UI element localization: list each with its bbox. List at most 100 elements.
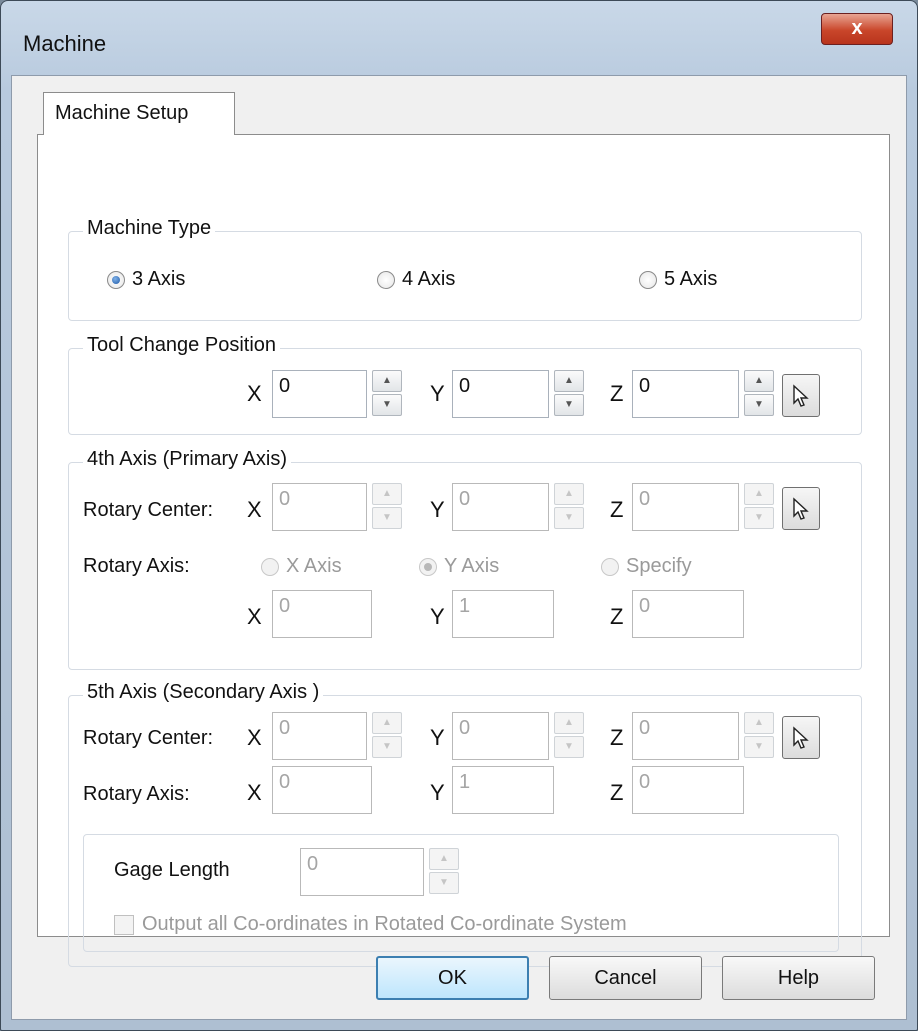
tab-label: Machine Setup [55, 102, 189, 124]
spin-down-icon[interactable]: ▼ [744, 507, 774, 529]
radio-4-axis[interactable]: 4 Axis [377, 268, 455, 291]
axis4-rotary-center-label: Rotary Center: [83, 499, 214, 521]
axis5-vector-z-field[interactable]: 0 [632, 766, 744, 814]
spin-down-icon[interactable]: ▼ [372, 394, 402, 416]
tool-change-pick-button[interactable] [782, 374, 820, 417]
axis4-vector-y-label: Y [430, 604, 445, 629]
checkbox-label: Output all Co-ordinates in Rotated Co-or… [142, 913, 627, 935]
spin-up-icon[interactable]: ▲ [744, 712, 774, 734]
axis4-center-x-label: X [247, 497, 262, 522]
spin-down-icon[interactable]: ▼ [744, 394, 774, 416]
radio-axis4-specify[interactable]: Specify [601, 555, 692, 578]
spin-down-icon[interactable]: ▼ [429, 872, 459, 894]
spin-up-icon[interactable]: ▲ [554, 483, 584, 505]
window-title: Machine [23, 31, 107, 56]
axis4-center-y-field[interactable]: 0 [452, 483, 549, 531]
tool-change-x-spinner[interactable]: ▲ ▼ [372, 370, 402, 418]
axis5-center-x-spinner[interactable]: ▲ ▼ [372, 712, 402, 760]
axis5-group: 5th Axis (Secondary Axis ) Rotary Center… [68, 681, 862, 967]
tool-change-z-spinner[interactable]: ▲ ▼ [744, 370, 774, 418]
axis4-center-z-spinner[interactable]: ▲ ▼ [744, 483, 774, 531]
radio-indicator [601, 557, 619, 576]
spin-down-icon[interactable]: ▼ [554, 394, 584, 416]
axis5-vector-y-field[interactable]: 1 [452, 766, 554, 814]
radio-3-axis[interactable]: 3 Axis [107, 268, 185, 291]
spin-up-icon[interactable]: ▲ [554, 370, 584, 392]
axis5-center-x-label: X [247, 725, 262, 750]
spin-down-icon[interactable]: ▼ [744, 736, 774, 758]
tool-change-x-label: X [247, 381, 262, 406]
radio-label: X Axis [286, 555, 342, 577]
axis5-center-z-spinner[interactable]: ▲ ▼ [744, 712, 774, 760]
spin-up-icon[interactable]: ▲ [372, 712, 402, 734]
radio-axis4-y-axis[interactable]: Y Axis [419, 555, 499, 578]
axis5-center-y-spinner[interactable]: ▲ ▼ [554, 712, 584, 760]
cursor-arrow-icon [793, 383, 809, 407]
axis5-vector-x-label: X [247, 780, 262, 805]
tool-change-group: Tool Change Position X 0 ▲ ▼ Y 0 ▲ ▼ Z 0 ▲… [68, 334, 862, 435]
axis5-center-x-field[interactable]: 0 [272, 712, 367, 760]
radio-axis4-x-axis[interactable]: X Axis [261, 555, 342, 578]
axis4-center-y-spinner[interactable]: ▲ ▼ [554, 483, 584, 531]
tool-change-y-field[interactable]: 0 [452, 370, 549, 418]
radio-5-axis[interactable]: 5 Axis [639, 268, 717, 291]
tab-machine-setup[interactable]: Machine Setup [43, 92, 235, 135]
axis4-pick-button[interactable] [782, 487, 820, 530]
axis5-vector-z-label: Z [610, 780, 624, 805]
axis4-vector-y-field[interactable]: 1 [452, 590, 554, 638]
radio-label: Specify [626, 555, 692, 577]
axis4-vector-x-field[interactable]: 0 [272, 590, 372, 638]
tool-change-z-field[interactable]: 0 [632, 370, 739, 418]
axis4-center-y-label: Y [430, 497, 445, 522]
output-rotated-checkbox[interactable]: Output all Co-ordinates in Rotated Co-or… [114, 913, 627, 936]
tool-change-y-label: Y [430, 381, 445, 406]
machine-type-group: Machine Type 3 Axis 4 Axis 5 Axis [68, 217, 862, 321]
axis5-center-y-field[interactable]: 0 [452, 712, 549, 760]
ok-button[interactable]: OK [376, 956, 529, 1000]
spin-up-icon[interactable]: ▲ [372, 370, 402, 392]
spin-down-icon[interactable]: ▼ [554, 507, 584, 529]
axis5-center-y-label: Y [430, 725, 445, 750]
radio-label: 4 Axis [402, 268, 456, 290]
spin-down-icon[interactable]: ▼ [372, 507, 402, 529]
tool-change-x-field[interactable]: 0 [272, 370, 367, 418]
spin-up-icon[interactable]: ▲ [554, 712, 584, 734]
cursor-arrow-icon [793, 725, 809, 749]
axis5-center-z-label: Z [610, 725, 624, 750]
spin-up-icon[interactable]: ▲ [744, 370, 774, 392]
cancel-button[interactable]: Cancel [549, 956, 702, 1000]
axis5-vector-y-label: Y [430, 780, 445, 805]
checkbox-box [114, 914, 134, 935]
axis5-title: 5th Axis (Secondary Axis ) [83, 681, 324, 704]
machine-setup-panel: Machine Type 3 Axis 4 Axis 5 Axis Tool C… [37, 134, 890, 967]
help-button[interactable]: Help [722, 956, 875, 1000]
spin-down-icon[interactable]: ▼ [554, 736, 584, 758]
radio-indicator [419, 557, 437, 576]
axis4-center-z-label: Z [610, 497, 624, 522]
spin-down-icon[interactable]: ▼ [372, 736, 402, 758]
axis4-center-x-field[interactable]: 0 [272, 483, 367, 531]
axis4-center-z-field[interactable]: 0 [632, 483, 739, 531]
gage-length-field[interactable]: 0 [300, 848, 424, 896]
radio-label: 3 Axis [132, 268, 186, 290]
axis5-pick-button[interactable] [782, 716, 820, 759]
title-bar: Machine x [1, 1, 917, 76]
spin-up-icon[interactable]: ▲ [429, 848, 459, 870]
tool-change-y-spinner[interactable]: ▲ ▼ [554, 370, 584, 418]
gage-length-spinner[interactable]: ▲ ▼ [429, 848, 459, 896]
axis5-rotary-center-label: Rotary Center: [83, 727, 214, 749]
tool-change-title: Tool Change Position [83, 334, 281, 357]
gage-length-label: Gage Length [114, 859, 230, 881]
spin-up-icon[interactable]: ▲ [372, 483, 402, 505]
close-button[interactable]: x [821, 13, 893, 45]
machine-dialog: Machine x Machine Setup Machine Type 3 A… [0, 0, 918, 1031]
tool-change-z-label: Z [610, 381, 624, 406]
axis4-vector-z-field[interactable]: 0 [632, 590, 744, 638]
axis5-vector-x-field[interactable]: 0 [272, 766, 372, 814]
radio-indicator [261, 557, 279, 576]
spin-up-icon[interactable]: ▲ [744, 483, 774, 505]
dialog-client-area: Machine Setup Machine Type 3 Axis 4 Axis… [11, 75, 907, 1020]
axis4-center-x-spinner[interactable]: ▲ ▼ [372, 483, 402, 531]
radio-label: 5 Axis [664, 268, 718, 290]
axis5-center-z-field[interactable]: 0 [632, 712, 739, 760]
